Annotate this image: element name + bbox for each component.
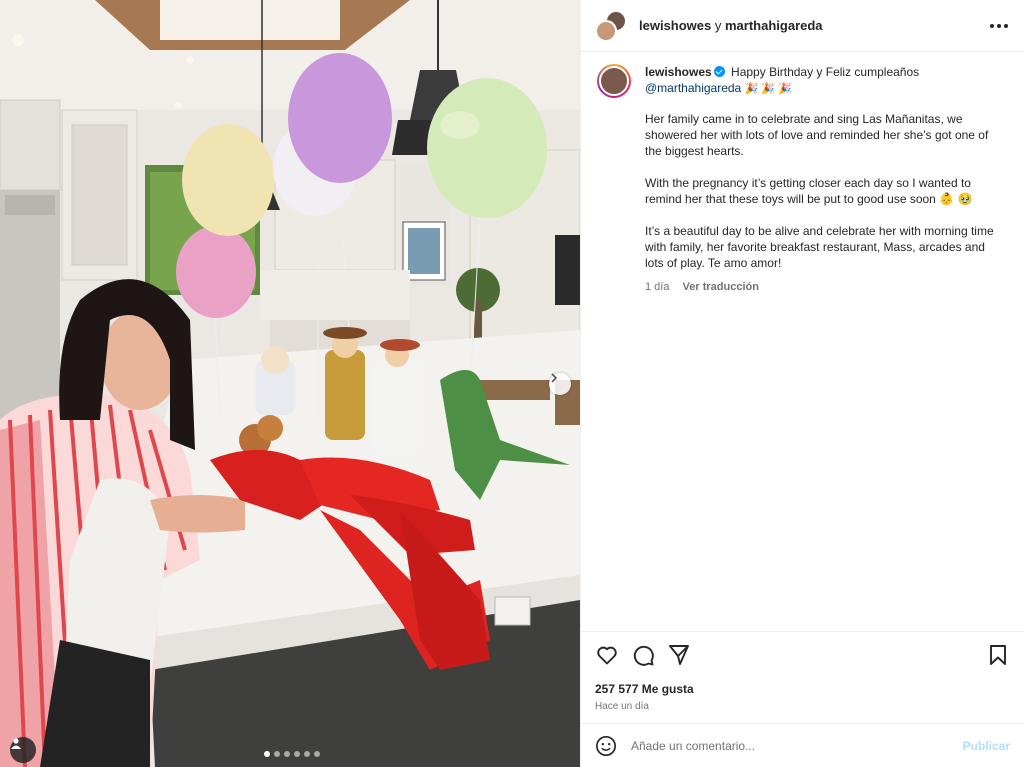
- post-side-panel: lewishowes y marthahigareda lewishowes H…: [580, 0, 1024, 767]
- caption-section: lewishowes Happy Birthday y Feliz cumple…: [581, 52, 1024, 631]
- caption-emojis: 🎉 🎉 🎉: [744, 83, 792, 95]
- more-options-button[interactable]: [988, 18, 1010, 34]
- caption-time: 1 día: [645, 281, 670, 293]
- caption-username[interactable]: lewishowes: [645, 65, 712, 79]
- user-tag-icon: [11, 738, 21, 749]
- caption-meta: 1 día Ver traducción: [645, 279, 1005, 295]
- post-authors: lewishowes y marthahigareda: [639, 18, 823, 33]
- bookmark-icon[interactable]: [986, 643, 1010, 667]
- heart-icon[interactable]: [595, 643, 619, 667]
- comment-bar: Publicar: [581, 723, 1024, 767]
- author-separator: y: [714, 18, 722, 33]
- more-icon: [990, 23, 994, 28]
- comment-icon[interactable]: [631, 643, 655, 667]
- carousel-next-button[interactable]: [549, 373, 571, 395]
- chevron-right-icon: [551, 373, 558, 383]
- mention-link[interactable]: @marthahigareda: [645, 81, 741, 95]
- likes-count[interactable]: 257 577 Me gusta: [595, 682, 1010, 696]
- publish-button[interactable]: Publicar: [963, 739, 1010, 753]
- photo-illustration: [0, 0, 580, 767]
- carousel-dot: [304, 751, 310, 757]
- avatar[interactable]: [597, 64, 631, 98]
- carousel-dot: [274, 751, 280, 757]
- carousel-indicator: [264, 751, 320, 757]
- author-link[interactable]: marthahigareda: [725, 18, 823, 33]
- collab-avatars[interactable]: [595, 9, 627, 42]
- post-timestamp: Hace un día: [595, 701, 649, 712]
- caption-paragraph: It’s a beautiful day to be alive and cel…: [645, 224, 994, 270]
- author-link[interactable]: lewishowes: [639, 18, 711, 33]
- see-translation-link[interactable]: Ver traducción: [683, 281, 759, 293]
- post-photo[interactable]: [0, 0, 580, 767]
- caption-paragraph: Her family came in to celebrate and sing…: [645, 112, 989, 158]
- user-tag-button[interactable]: [10, 737, 36, 763]
- caption-intro: Happy Birthday y Feliz cumpleaños: [731, 65, 920, 79]
- carousel-dot: [264, 751, 270, 757]
- emoji-icon[interactable]: [595, 735, 617, 757]
- post-header: lewishowes y marthahigareda: [581, 0, 1024, 52]
- caption-paragraph: With the pregnancy it’s getting closer e…: [645, 176, 973, 206]
- verified-badge-icon: [713, 66, 725, 77]
- share-icon[interactable]: [667, 643, 691, 667]
- comment-input[interactable]: [631, 738, 955, 753]
- carousel-dot: [294, 751, 300, 757]
- carousel-dot: [314, 751, 320, 757]
- caption-text: lewishowes Happy Birthday y Feliz cumple…: [645, 64, 1005, 295]
- post-actions: 257 577 Me gusta Hace un día: [581, 631, 1024, 723]
- carousel-dot: [284, 751, 290, 757]
- avatar: [595, 19, 617, 42]
